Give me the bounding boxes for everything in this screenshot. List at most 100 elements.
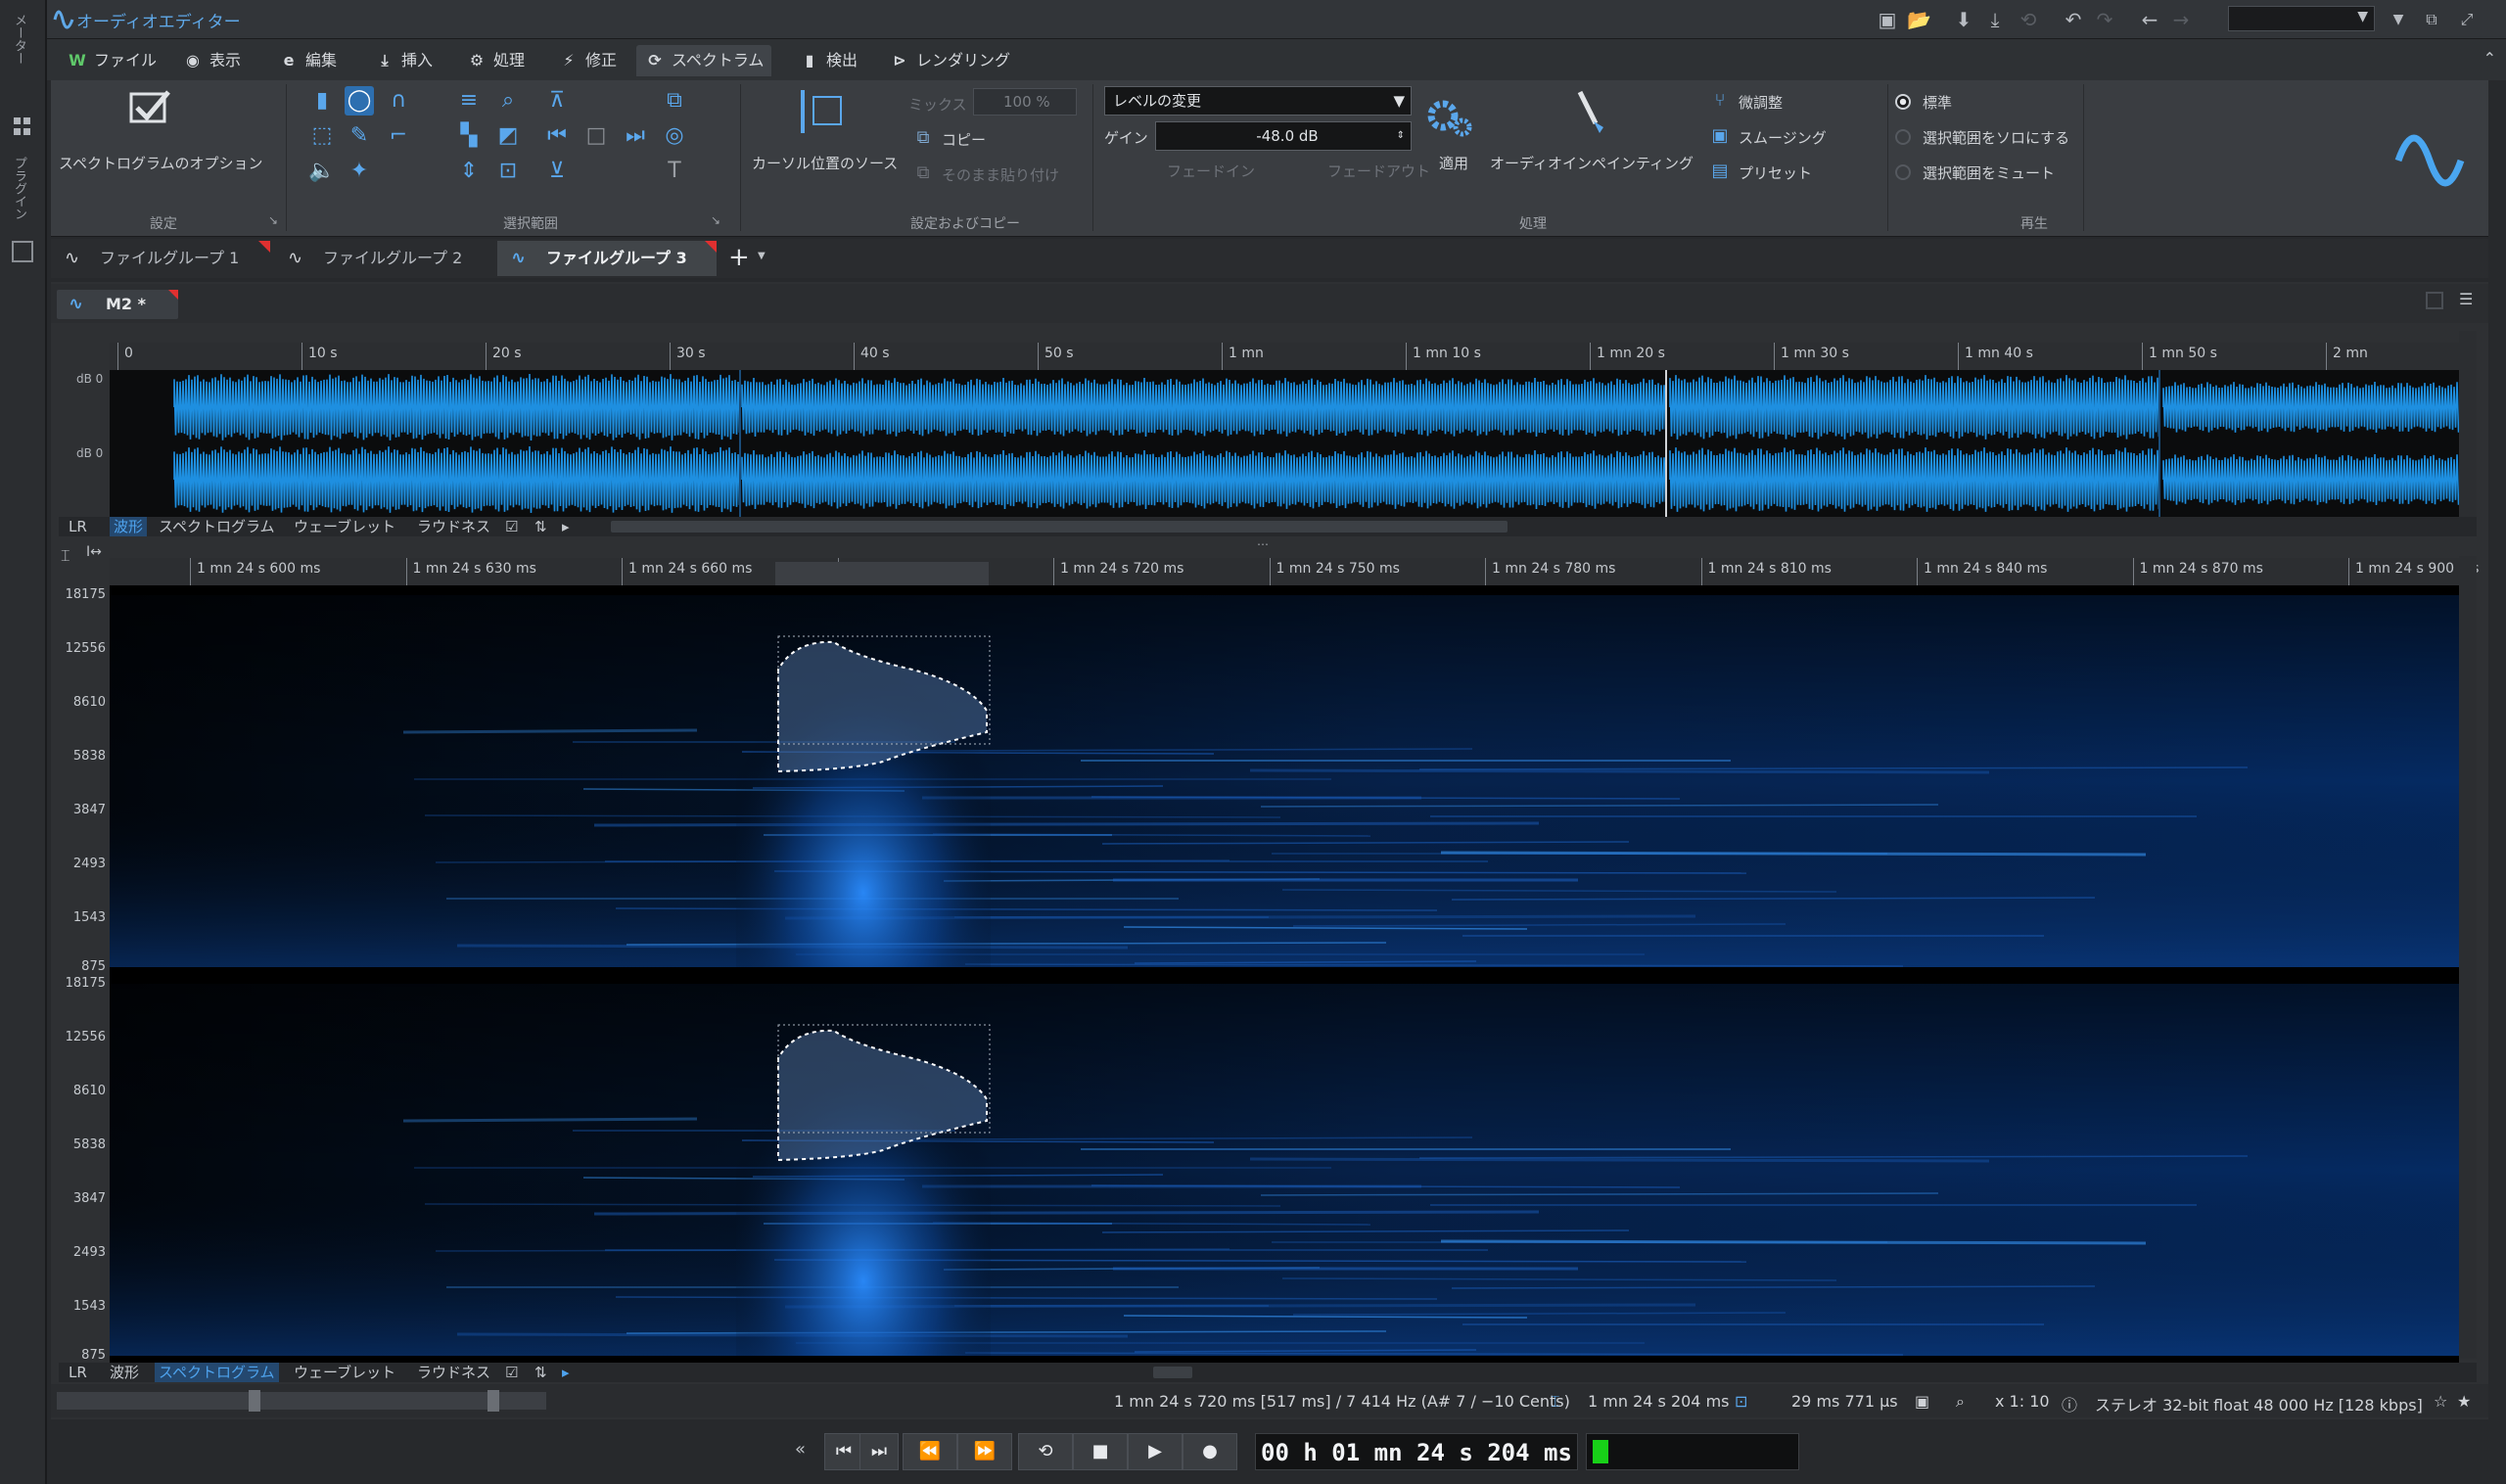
tab-edit[interactable]: e 編集	[270, 45, 345, 76]
splitter-handle[interactable]: …	[1257, 534, 1269, 548]
overview-vertical-scrollbar[interactable]	[2459, 331, 2477, 527]
overview-horizontal-scrollbar[interactable]	[611, 521, 1508, 533]
rewind-icon[interactable]: ⏪	[903, 1433, 957, 1470]
list-view-icon[interactable]: ☰	[2459, 290, 2473, 308]
target-icon[interactable]: ◎	[660, 121, 689, 151]
select-tool-icon[interactable]: I↔	[86, 544, 102, 560]
operation-dropdown[interactable]: レベルの変更 ▼	[1104, 86, 1412, 116]
star-icon[interactable]: ★	[2457, 1392, 2471, 1411]
new-file-icon[interactable]: ▣	[1876, 8, 1899, 31]
mix-field[interactable]: 100 %	[973, 88, 1077, 116]
restore-window-icon[interactable]: ⧉	[2420, 8, 2443, 31]
tab-analysis[interactable]: ▮ 検出	[791, 45, 865, 76]
go-to-end-icon[interactable]: ⏭	[859, 1433, 899, 1470]
finetune-dropdown[interactable]: 微調整	[1739, 92, 1783, 113]
overview-time-ruler[interactable]: 0 10 s 20 s 30 s 40 s 50 s 1 mn 1 mn 10 s 1 mn 2…	[110, 343, 2459, 370]
redo-icon[interactable]: ↷	[2093, 8, 2116, 31]
snap-bottom-icon[interactable]: ⊻	[542, 157, 572, 186]
radio-mute-selection[interactable]	[1895, 164, 1911, 180]
stretch-icon[interactable]: ⇕	[454, 157, 484, 186]
apply-button[interactable]: 適用	[1439, 153, 1468, 173]
stop-icon[interactable]: ■	[1073, 1433, 1128, 1470]
paintbrush-icon[interactable]	[1570, 88, 1609, 137]
tab-file-group-3[interactable]: ∿ ファイルグループ 3	[497, 241, 717, 276]
add-group-icon[interactable]: +	[728, 241, 750, 274]
layout-toggle-icon[interactable]	[2426, 292, 2443, 309]
cursor-tool-icon[interactable]: ⌶	[61, 546, 70, 566]
timecode-display[interactable]: 00 h 01 mn 24 s 204 ms	[1255, 1433, 1578, 1470]
zoom-slider-handle[interactable]	[487, 1390, 499, 1412]
checkmark-icon[interactable]	[129, 90, 174, 129]
view-loudness-option[interactable]: ラウドネス	[417, 517, 490, 536]
fade-in-button[interactable]: フェードイン	[1167, 161, 1255, 181]
record-icon[interactable]: ●	[1183, 1433, 1237, 1470]
skip-start-icon[interactable]: ⏮	[542, 121, 572, 151]
lasso-icon[interactable]: ◯	[345, 86, 374, 116]
open-folder-icon[interactable]: 📂	[1907, 8, 1931, 31]
invert-icon[interactable]: ◩	[493, 121, 523, 151]
magic-wand-icon[interactable]: ✦	[345, 157, 374, 186]
radio-standard[interactable]	[1895, 94, 1911, 110]
tab-file[interactable]: W ファイル	[59, 45, 164, 76]
freq-select-icon[interactable]: ⌐	[384, 121, 413, 151]
skip-end-icon[interactable]: ⏭	[621, 121, 650, 151]
collapse-ribbon-icon[interactable]: ⌃	[2483, 49, 2496, 68]
spectrogram-view[interactable]	[110, 585, 2459, 1364]
dialog-launcher-icon[interactable]: ↘	[268, 213, 278, 227]
tab-insert[interactable]: ⤓ 挿入	[366, 45, 441, 76]
go-to-start-icon[interactable]: ⏮	[824, 1433, 863, 1470]
tab-view[interactable]: ◉ 表示	[174, 45, 249, 76]
gears-icon[interactable]	[1423, 94, 1478, 143]
smoothing-dropdown[interactable]: スムージング	[1739, 127, 1827, 148]
save-icon[interactable]: ⬇	[1952, 8, 1975, 31]
panel-list-icon[interactable]	[12, 241, 33, 262]
spinner-icon[interactable]: ⇕	[1397, 122, 1405, 150]
magnet-icon[interactable]: ∩	[384, 86, 413, 116]
spectrogram-options-button[interactable]: スペクトログラムのオプション	[59, 153, 263, 173]
tab-render[interactable]: ⊳ レンダリング	[881, 45, 1018, 76]
tab-process[interactable]: ⚙ 処理	[458, 45, 533, 76]
smoothing-icon[interactable]: ▣	[1705, 121, 1735, 151]
radio-solo-selection[interactable]	[1895, 129, 1911, 145]
tab-file-group-1[interactable]: ∿ ファイルグループ 1	[51, 241, 270, 276]
crop-icon[interactable]: ⊡	[493, 157, 523, 186]
view-spectrogram-option[interactable]: スペクトログラム	[155, 1363, 279, 1382]
info-icon[interactable]: ⓘ	[2062, 1392, 2077, 1415]
zoom-icon[interactable]: ⌕	[493, 86, 523, 116]
position-text[interactable]: 1 mn 24 s 204 ms	[1588, 1392, 1730, 1411]
overview-waveform[interactable]	[110, 370, 2459, 517]
document-tab-m2[interactable]: ∿ M2 *	[57, 290, 178, 319]
time-selection-icon[interactable]: ▮	[307, 86, 337, 116]
star-add-icon[interactable]: ☆	[2434, 1392, 2447, 1411]
meter-panel-tab[interactable]: メーター	[10, 14, 28, 65]
finetune-icon[interactable]: ⑂	[1705, 86, 1735, 116]
audio-format-text[interactable]: ステレオ 32-bit float 48 000 Hz [128 kbps]	[2095, 1392, 2423, 1415]
length-text[interactable]: 29 ms 771 µs	[1791, 1392, 1898, 1411]
brush-icon[interactable]: ✎	[345, 121, 374, 151]
speaker-icon[interactable]: 🔈	[307, 157, 337, 186]
swap-icon[interactable]: ⇅	[534, 1363, 547, 1382]
plugin-panel-tab[interactable]: プラグイン	[10, 157, 28, 220]
view-loudness-option[interactable]: ラウドネス	[417, 1363, 490, 1382]
align-icon[interactable]: ≡	[454, 86, 484, 116]
history-icon[interactable]: ⟲	[2017, 8, 2040, 31]
duplicate-icon[interactable]: ⧉	[660, 86, 689, 116]
copy-button[interactable]: コピー	[942, 129, 986, 150]
selection-range-marker[interactable]	[775, 562, 989, 585]
swap-icon[interactable]: ⇅	[534, 517, 547, 536]
chevron-down-icon[interactable]: ▼	[758, 251, 766, 261]
tab-repair[interactable]: ⚡ 修正	[550, 45, 625, 76]
dialog-launcher-icon[interactable]: ↘	[711, 213, 720, 227]
collapse-transport-icon[interactable]: «	[795, 1439, 806, 1460]
square-icon[interactable]: □	[581, 121, 611, 151]
view-wavelet-option[interactable]: ウェーブレット	[294, 1363, 395, 1382]
undo-icon[interactable]: ↶	[2062, 8, 2085, 31]
zoom-slider-handle[interactable]	[249, 1390, 260, 1412]
view-waveform-option[interactable]: 波形	[110, 517, 148, 536]
forward-arrow-icon[interactable]: →	[2169, 8, 2193, 31]
gain-field[interactable]: -48.0 dB ⇕	[1155, 121, 1412, 151]
zoom-level-text[interactable]: x 1: 10	[1995, 1392, 2050, 1411]
workspace-dropdown[interactable]: ▼	[2228, 6, 2375, 31]
paste-as-is-button[interactable]: そのまま貼り付け	[942, 164, 1059, 185]
preset-icon[interactable]: ▤	[1705, 157, 1735, 186]
